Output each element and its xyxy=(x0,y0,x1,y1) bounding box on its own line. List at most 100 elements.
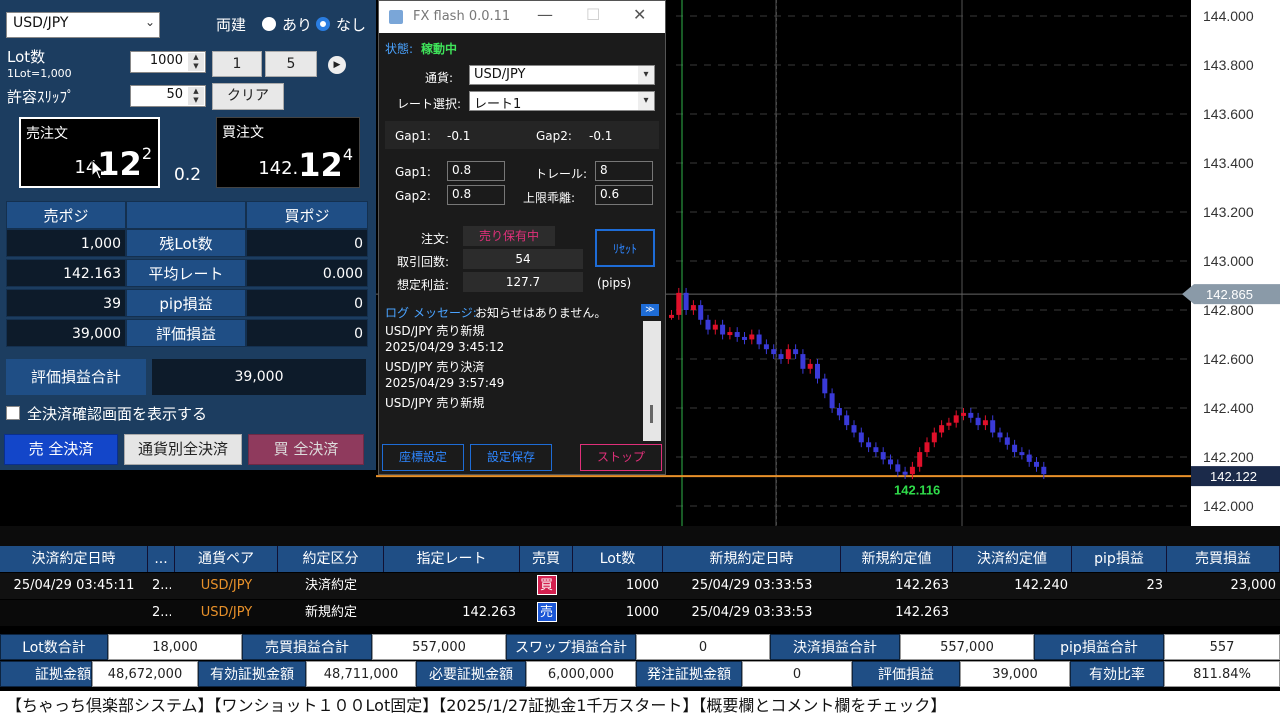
caption-banner: 【ちゃっち倶楽部システム】【ワンショット１００Lot固定】【2025/1/27証… xyxy=(0,691,1280,720)
candle-body xyxy=(785,349,791,359)
sell-price: 14122 xyxy=(74,144,152,183)
sell-badge: 売 xyxy=(536,602,557,622)
summary-value: 6,000,000 xyxy=(526,661,636,687)
limit-input[interactable]: 0.6 xyxy=(595,185,653,205)
candle-body xyxy=(1019,452,1025,456)
candle-body xyxy=(997,432,1003,438)
title-bar[interactable]: FX flash 0.0.11 — ☐ ✕ xyxy=(379,1,665,33)
table-cell xyxy=(388,573,516,599)
candle-body xyxy=(990,420,996,433)
summary-label: 有効比率 xyxy=(1070,661,1164,687)
sell-pos-value: 39,000 xyxy=(6,319,126,347)
pips-unit: (pips) xyxy=(597,276,632,290)
radio-nashi[interactable] xyxy=(316,17,330,31)
candle-body xyxy=(931,432,937,443)
buy-price: 142.124 xyxy=(258,145,353,184)
candle-body xyxy=(909,466,915,475)
candle-body xyxy=(793,349,799,355)
currency-select[interactable]: USD/JPY ⌄ xyxy=(6,12,160,38)
fx-flash-window: FX flash 0.0.11 — ☐ ✕ 状態: 稼動中 通貨: USD/JP… xyxy=(378,0,666,475)
slip-input[interactable]: 50 ▲ ▼ xyxy=(130,85,206,107)
total-label: 評価損益合計 xyxy=(6,359,146,395)
lot-5-button[interactable]: 5 xyxy=(265,51,317,77)
rate-select[interactable]: レート1 ▾ xyxy=(469,91,655,112)
candle-body xyxy=(975,417,981,426)
price-axis-label: 143.600 xyxy=(1203,106,1254,122)
play-icon[interactable]: ▶ xyxy=(328,56,346,74)
candle-body xyxy=(917,452,923,467)
spin-icon[interactable]: ▲ ▼ xyxy=(188,87,204,105)
order-panel: USD/JPY ⌄ 両建 あり なし Lot数 1Lot=1,000 1000 … xyxy=(0,0,376,470)
candle-body xyxy=(888,459,893,465)
lot-input[interactable]: 1000 ▲ ▼ xyxy=(130,51,206,73)
close-icon[interactable]: ✕ xyxy=(633,5,646,24)
scroll-thumb[interactable] xyxy=(650,405,653,423)
candle-body xyxy=(742,336,747,340)
currency-value: USD/JPY xyxy=(13,15,69,31)
stop-button[interactable]: ストップ xyxy=(580,444,662,471)
gap2-input-label: Gap2: xyxy=(395,189,431,203)
buy-order-title: 買注文 xyxy=(222,125,264,141)
buy-price-prefix: 142. xyxy=(258,158,299,179)
gap1-label: Gap1: xyxy=(395,129,431,143)
buy-order-box[interactable]: 買注文 142.124 xyxy=(216,117,360,188)
log-line: USD/JPY 売り決済 xyxy=(385,360,485,374)
table-cell: 2... xyxy=(152,605,171,620)
status-label: 状態: xyxy=(385,42,414,56)
radio-nashi-label: なし xyxy=(336,16,367,34)
candle-body xyxy=(953,415,959,423)
table-header: 売買損益 xyxy=(1167,546,1280,572)
gap1-input[interactable]: 0.8 xyxy=(447,161,505,181)
confirm-label: 全決済確認画面を表示する xyxy=(27,405,208,423)
candle-body xyxy=(771,349,777,355)
summary-value: 48,711,000 xyxy=(306,661,416,687)
maximize-icon[interactable]: ☐ xyxy=(586,5,600,24)
clear-button[interactable]: クリア xyxy=(212,83,284,110)
gap2-input[interactable]: 0.8 xyxy=(447,185,505,205)
total-value: 39,000 xyxy=(152,359,366,395)
trade-count: 54 xyxy=(463,249,583,269)
log-scrollbar[interactable] xyxy=(643,321,661,441)
slip-input-value: 50 xyxy=(166,87,183,102)
summary-label: 発注証拠金額 xyxy=(636,661,742,687)
price-axis-label: 142.000 xyxy=(1203,498,1254,514)
profit-label: 想定利益: xyxy=(397,278,450,292)
candle-body xyxy=(676,292,682,315)
table-cell: 1000 xyxy=(625,578,659,593)
trail-input[interactable]: 8 xyxy=(595,161,653,181)
dialog-currency-select[interactable]: USD/JPY ▾ xyxy=(469,65,655,85)
minimize-icon[interactable]: — xyxy=(537,5,553,24)
buy-pos-value: 0 xyxy=(246,289,368,317)
close-by-currency-button[interactable]: 通貨別全決済 xyxy=(124,434,242,465)
price-axis-label: 143.000 xyxy=(1203,253,1254,269)
lot-1-button[interactable]: 1 xyxy=(212,51,262,77)
sell-pos-value: 142.163 xyxy=(6,259,126,287)
summary-label: 評価損益 xyxy=(852,661,960,687)
buy-pos-value: 0 xyxy=(246,319,368,347)
sell-all-button[interactable]: 売 全決済 xyxy=(4,434,118,465)
summary-label: 証拠金額 xyxy=(0,661,92,687)
candle-body xyxy=(778,354,784,359)
spin-icon[interactable]: ▲ ▼ xyxy=(188,53,204,71)
log-area[interactable]: USD/JPY 売り新規 2025/04/29 3:45:12 USD/JPY 売り… xyxy=(383,319,643,441)
count-label: 取引回数: xyxy=(397,255,450,269)
app-icon xyxy=(389,10,403,24)
save-settings-button[interactable]: 設定保存 xyxy=(470,444,552,471)
expected-profit: 127.7 xyxy=(463,272,583,292)
table-cell: USD/JPY xyxy=(200,605,253,620)
coordinate-settings-button[interactable]: 座標設定 xyxy=(382,444,464,471)
table-header: 決済約定値 xyxy=(953,546,1072,572)
sell-price-sup: 2 xyxy=(141,144,152,163)
status-value: 稼動中 xyxy=(421,42,458,56)
buy-all-button[interactable]: 買 全決済 xyxy=(248,434,364,465)
price-axis-label: 143.800 xyxy=(1203,57,1254,73)
table-header: 売買 xyxy=(520,546,573,572)
sell-order-box[interactable]: 売注文 14122 xyxy=(19,117,160,188)
candle-body xyxy=(1012,444,1018,453)
price-axis-label: 143.200 xyxy=(1203,204,1254,220)
confirm-checkbox[interactable] xyxy=(6,406,20,420)
pos-row-label: 評価損益 xyxy=(126,319,246,347)
expand-icon[interactable]: ≫ xyxy=(641,304,659,316)
reset-button[interactable]: ﾘｾｯﾄ xyxy=(595,229,655,267)
radio-ari[interactable] xyxy=(262,17,276,31)
